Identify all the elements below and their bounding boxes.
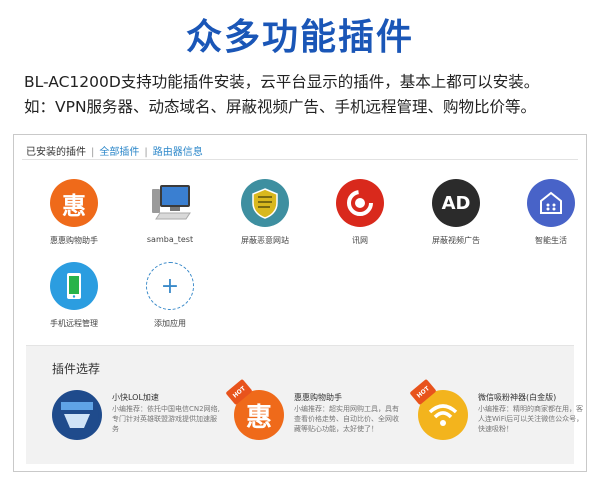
- store-item-desc: 小编推荐：超实用网购工具，具有查看价格走势、自动比价、全网收藏等贴心功能，太好使…: [294, 405, 399, 433]
- xunwang-icon: [336, 179, 384, 227]
- app-xunwang[interactable]: 讯网: [315, 179, 405, 246]
- app-label: 屏蔽恶意网站: [241, 236, 289, 245]
- app-block-video-ads[interactable]: AD 屏蔽视频广告: [411, 179, 501, 246]
- app-label: 添加应用: [154, 319, 186, 328]
- subline-2: 如：VPN服务器、动态域名、屏蔽视频广告、手机远程管理、购物比价等。: [24, 98, 537, 116]
- computer-icon: [146, 179, 194, 227]
- tab-divider: [22, 159, 578, 160]
- tab-separator: |: [91, 147, 95, 158]
- store-item-lol-accelerate[interactable]: 小快LOL加速 小编推荐：依托中国电信CN2网络,专门针对英雄联盟游戏提供加速服…: [52, 390, 222, 460]
- app-hui-shopping[interactable]: 惠 惠惠购物助手: [29, 179, 119, 246]
- hui-shopping-icon: 惠: [50, 179, 98, 227]
- app-samba-test[interactable]: samba_test: [125, 179, 215, 244]
- app-label: 屏蔽视频广告: [432, 236, 480, 245]
- app-block-malicious[interactable]: 屏蔽恶意网站: [220, 179, 310, 246]
- app-label: 讯网: [352, 236, 368, 245]
- tab-installed[interactable]: 已安装的插件: [26, 147, 86, 158]
- store-item-desc: 小编推荐：精明的商家都在用，客人连WiFi后可以关注微信公众号，快速吸粉！: [478, 405, 584, 433]
- plugin-panel: 已安装的插件 | 全部插件 | 路由器信息 惠 惠惠购物助手 samba_test: [13, 134, 587, 472]
- add-icon: +: [146, 262, 194, 310]
- app-label: 惠惠购物助手: [50, 236, 98, 245]
- lol-accelerate-icon: [52, 390, 102, 440]
- app-label: samba_test: [146, 235, 194, 244]
- phone-remote-icon: [50, 262, 98, 310]
- subline-1: BL-AC1200D支持功能插件安装，云平台显示的插件，基本上都可以安装。: [24, 73, 540, 91]
- store-item-title: 小快LOL加速: [112, 393, 159, 402]
- tab-router-info[interactable]: 路由器信息: [153, 147, 203, 158]
- headline: 众多功能插件: [185, 17, 414, 58]
- shield-icon: [241, 179, 289, 227]
- smart-home-icon: [527, 179, 575, 227]
- app-smart-life[interactable]: 智能生活: [506, 179, 596, 246]
- store-title: 插件选荐: [52, 362, 101, 376]
- store-item-hui-shopping[interactable]: 惠 HOT 惠惠购物助手 小编推荐：超实用网购工具，具有查看价格走势、自动比价、…: [225, 378, 404, 460]
- plugin-recommendations: 插件选荐 小快LOL加速 小编推荐：依托中国电信CN2网络,专门针对英雄联盟游戏…: [26, 345, 583, 464]
- app-phone-remote[interactable]: 手机远程管理: [29, 262, 119, 329]
- store-item-title: 微信吸粉神器(白金版): [478, 393, 557, 402]
- tab-all-plugins[interactable]: 全部插件: [99, 147, 139, 158]
- store-item-desc: 小编推荐：依托中国电信CN2网络,专门针对英雄联盟游戏提供加速服务: [112, 405, 220, 433]
- store-item-wechat-wifi[interactable]: HOT 微信吸粉神器(白金版) 小编推荐：精明的商家都在用，客人连WiFi后可以…: [409, 378, 588, 460]
- store-item-title: 惠惠购物助手: [294, 393, 342, 402]
- app-label: 智能生活: [535, 236, 567, 245]
- app-label: 手机远程管理: [50, 319, 98, 328]
- tab-separator: |: [144, 147, 148, 158]
- app-add-application[interactable]: + 添加应用: [125, 262, 215, 329]
- ad-block-icon: AD: [432, 179, 480, 227]
- tab-bar: 已安装的插件 | 全部插件 | 路由器信息: [26, 143, 203, 158]
